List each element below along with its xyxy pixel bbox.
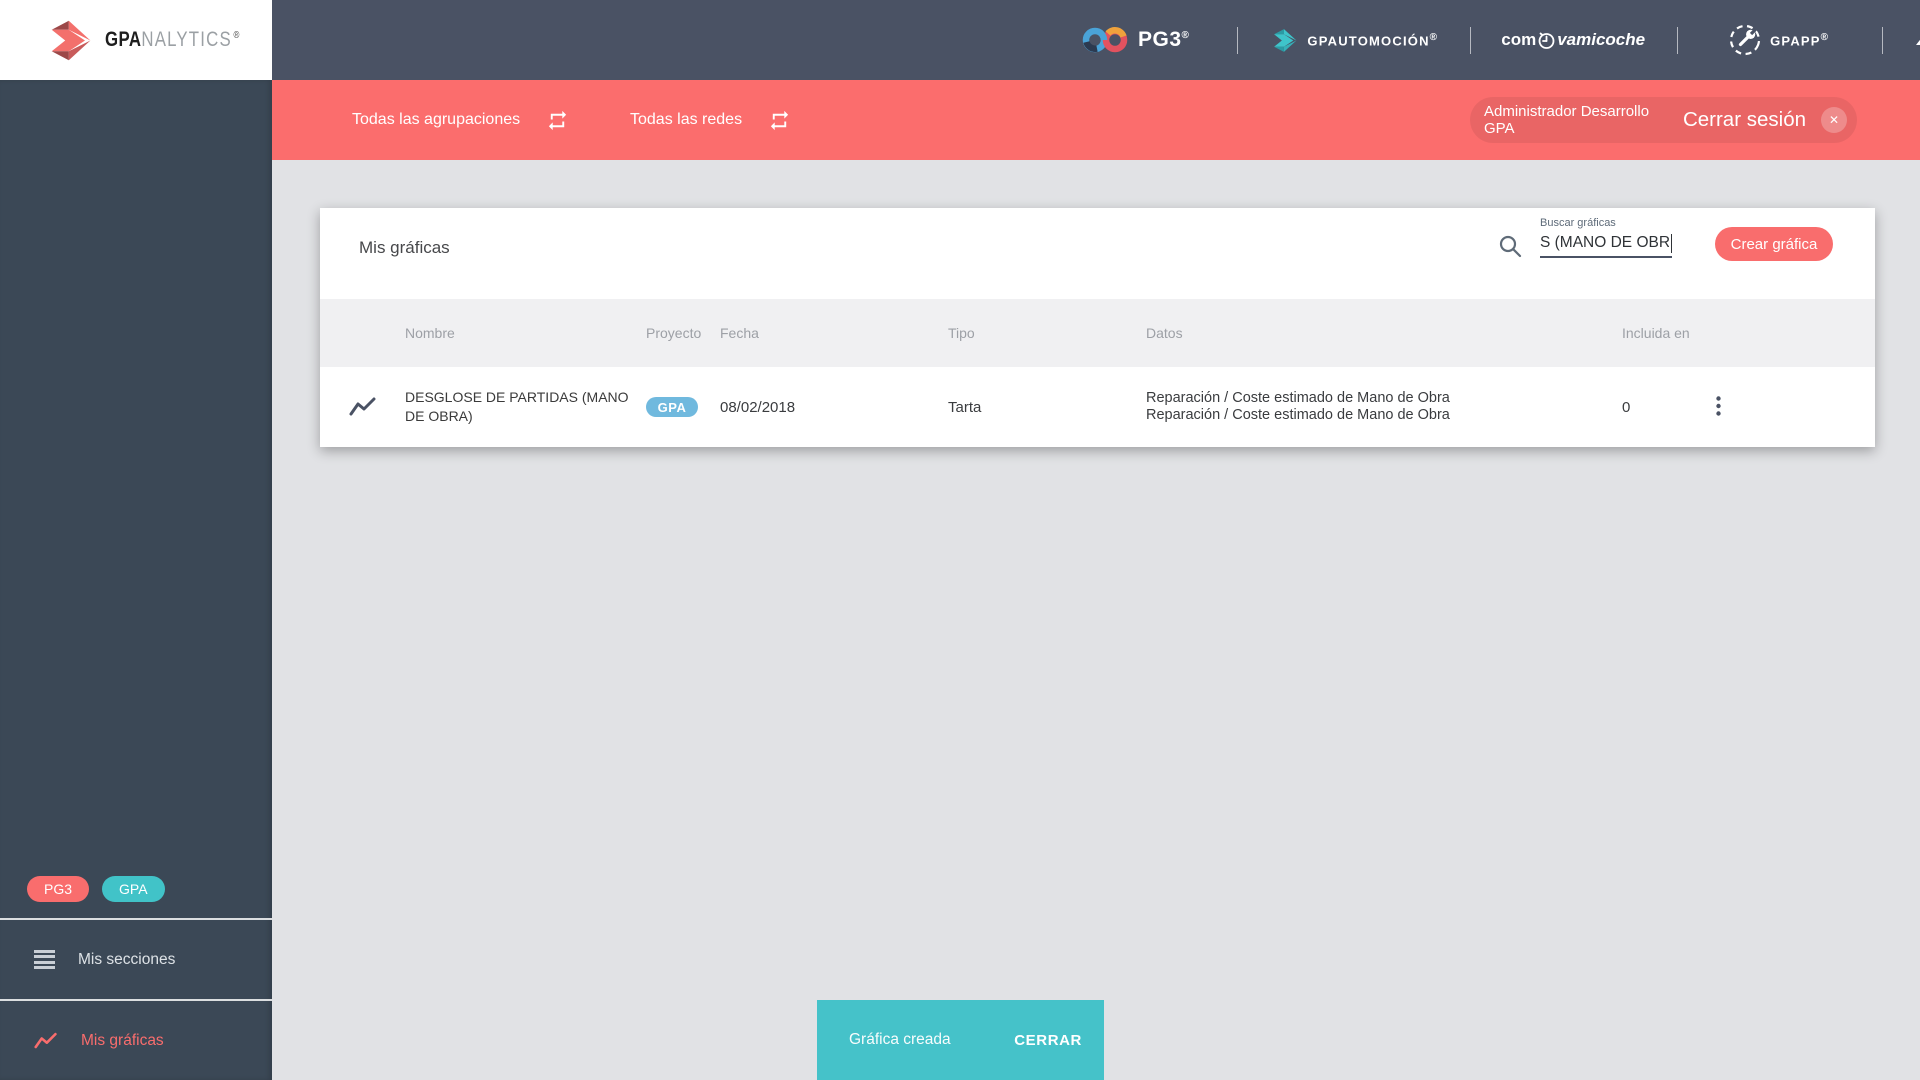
gpanalytics-wordmark: GPANALYTICS ® [105,28,240,51]
chart-name: DESGLOSE DE PARTIDAS (MANO DE OBRA) [405,389,629,424]
sidebar-item-label: Mis secciones [78,950,176,968]
badge-gpa[interactable]: GPA [102,876,165,902]
search-field-label: Buscar gráficas [1540,217,1616,229]
gpautomocion-logo-icon[interactable] [1272,27,1299,54]
top-bar: GPANALYTICS ® PG3® GPAUTOMOCIÓN® com vam… [0,0,1920,80]
compravamicoche-label[interactable]: com vamicoche [1501,30,1645,50]
header-datos: Datos [1146,325,1183,341]
logout-button[interactable]: Cerrar sesión [1677,107,1812,133]
card-header: Mis gráficas Buscar gráficas Crear gráfi… [320,208,1875,299]
page-title: Mis gráficas [359,238,450,257]
gpapp-label[interactable]: GPAPP® [1770,32,1829,48]
search-icon[interactable] [1498,234,1523,259]
actions-cell [1700,392,1875,423]
header-fecha: Fecha [720,325,759,341]
sections-icon [34,949,55,970]
row-chart-icon-cell [320,396,405,418]
project-badge: GPA [646,397,698,417]
data-line: Reparación / Coste estimado de Mano de O… [1146,407,1450,423]
user-name: Administrador Desarrollo GPA [1484,103,1650,137]
badge-pg3[interactable]: PG3 [27,876,90,902]
gpapp-wrench-icon[interactable] [1728,23,1762,57]
project-cell: GPA [646,397,720,417]
sidebar-badges: PG3 GPA [0,861,272,918]
pg3-label[interactable]: PG3® [1138,28,1189,52]
clock-icon [1538,32,1555,49]
toast-message: Gráfica creada [849,1031,951,1048]
filter-label: Todas las agrupaciones [352,111,521,128]
swap-icon[interactable] [546,109,569,132]
header-proyecto: Proyecto [646,325,702,341]
date-cell: 08/02/2018 [720,398,796,416]
topbar-divider [1882,26,1884,54]
data-cell: Reparación / Coste estimado de Mano de O… [1146,390,1622,424]
toast-snackbar: Gráfica creada CERRAR [817,1000,1104,1080]
mis-graficas-card: Mis gráficas Buscar gráficas Crear gráfi… [320,208,1875,447]
user-session-pill: Administrador Desarrollo GPA Cerrar sesi… [1470,97,1857,143]
topbar-brand-links: PG3® GPAUTOMOCIÓN® com vamicoche GPAPP® [1082,0,1920,80]
topbar-divider [1470,26,1472,54]
type-cell: Tarta [948,398,982,416]
pg3-logo-icon[interactable] [1082,24,1128,56]
search-field-wrap: Buscar gráficas [1540,217,1672,258]
gpautomocion-label[interactable]: GPAUTOMOCIÓN® [1307,32,1438,48]
app: GPANALYTICS ® PG3® GPAUTOMOCIÓN® com vam… [0,0,1920,1080]
filter-agrupaciones[interactable]: Todas las agrupaciones [352,80,569,160]
row-menu-kebab-icon[interactable] [1712,392,1725,423]
header-nombre: Nombre [405,325,455,341]
filter-redes[interactable]: Todas las redes [630,80,791,160]
header-incluida-en: Incluida en [1622,325,1690,341]
toast-close-button[interactable]: CERRAR [1008,1031,1088,1050]
sidebar-item-mis-secciones[interactable]: Mis secciones [0,920,272,999]
data-line: Reparación / Coste estimado de Mano de O… [1146,390,1450,406]
filter-label: Todas las redes [630,111,743,128]
collapse-caret-icon[interactable] [1916,35,1920,45]
table-header-row: Nombre Proyecto Fecha Tipo Datos Incluid… [320,299,1875,367]
search-input[interactable] [1540,231,1672,258]
gpanalytics-arrow-icon [51,20,91,60]
swap-icon[interactable] [768,109,791,132]
text-caret [1670,234,1672,253]
topbar-divider [1677,26,1679,54]
logout-close-icon[interactable]: ✕ [1821,107,1847,133]
gpanalytics-logo[interactable]: GPANALYTICS ® [0,0,272,80]
create-chart-button[interactable]: Crear gráfica [1715,227,1833,261]
table-row[interactable]: DESGLOSE DE PARTIDAS (MANO DE OBRA) GPA … [320,367,1875,447]
filter-bar: Todas las agrupaciones Todas las redes A… [272,80,1920,160]
sidebar: PG3 GPA Mis secciones Mis gráficas [0,80,272,1080]
included-in-cell: 0 [1622,398,1631,416]
header-tipo: Tipo [948,325,975,341]
line-chart-icon [349,397,375,416]
topbar-divider [1237,26,1239,54]
line-chart-icon [34,1032,57,1048]
sidebar-item-label: Mis gráficas [81,1031,164,1049]
sidebar-item-mis-graficas[interactable]: Mis gráficas [0,1001,272,1080]
